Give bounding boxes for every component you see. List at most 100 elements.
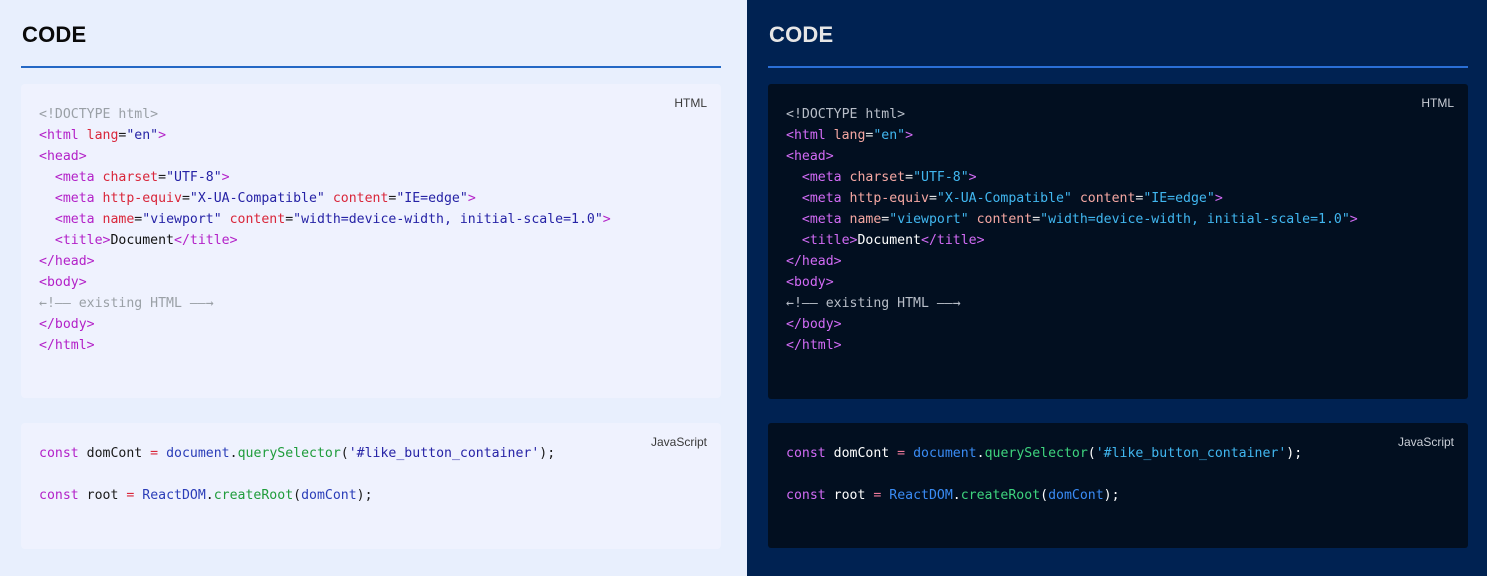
code-line: <meta name="viewport" content="width=dev… [786,209,1358,230]
code-token: <meta [54,170,95,185]
code-token: ); [1286,446,1303,461]
code-token: "viewport" [142,212,222,227]
code-token: "en" [126,128,159,143]
section-title: CODE [22,22,87,47]
code-token: <meta [54,212,95,227]
code-token: '#like_button_container' [1095,446,1287,461]
code-line: <body> [786,272,1358,293]
code-token: ←!—— existing HTML ——→ [786,296,961,311]
code-line: <head> [786,146,1358,167]
code-token: = [150,446,159,461]
code-token: <meta [801,170,842,185]
code-line: <body> [39,272,611,293]
code-token: "width=device-width, initial-scale=1.0" [293,212,603,227]
code-token: </title> [174,233,238,248]
code-line: </body> [786,314,1358,335]
code-token: ( [293,488,302,503]
code-token: </html> [39,338,95,353]
code-token: ←!—— existing HTML ——→ [39,296,214,311]
code-token: <!DOCTYPE html> [39,107,159,122]
code-token: </body> [786,317,842,332]
language-label: JavaScript [650,435,707,449]
code-token: </head> [786,254,842,269]
code-token: = [285,212,294,227]
code-line: </html> [786,335,1358,356]
code-token: content [221,212,286,227]
code-token: "width=device-width, initial-scale=1.0" [1040,212,1350,227]
code-token: > [1349,212,1358,227]
code-token: const [39,446,79,461]
code-line: <title>Document</title> [39,230,611,251]
code-token: querySelector [984,446,1088,461]
code-token: "UTF-8" [166,170,222,185]
code-token: domCont [78,446,151,461]
code-token: . [952,488,961,503]
code-token: <head> [786,149,834,164]
language-label: HTML [674,96,707,110]
code-token: "X-UA-Compatible" [936,191,1072,206]
code-token: content [968,212,1033,227]
language-label: JavaScript [1397,435,1454,449]
code-token: > [968,170,977,185]
code-token: name [94,212,135,227]
code-token: lang [78,128,119,143]
code-token: </body> [39,317,95,332]
code-token: ( [1087,446,1096,461]
code-token: ); [356,488,373,503]
code-token: document [913,446,977,461]
code-token: ( [1040,488,1049,503]
code-token: . [976,446,985,461]
code-token: domCont [301,488,357,503]
code-token: root [825,488,874,503]
code-line: </html> [39,335,611,356]
code-token: > [158,128,167,143]
code-token: . [205,488,214,503]
code-token: = [1032,212,1041,227]
code-line: </body> [39,314,611,335]
code-line: const root = ReactDOM.createRoot(domCont… [786,485,1302,506]
code-line: <meta name="viewport" content="width=dev… [39,209,611,230]
light-theme-panel: CODE HTML <!DOCTYPE html> <html lang="en"… [0,0,747,576]
code-token: <html [786,128,826,143]
code-token: name [841,212,882,227]
code-token: ); [539,446,556,461]
code-content: const domCont = document.querySelector('… [39,443,555,506]
code-token: = [158,170,167,185]
code-token: <meta [801,191,842,206]
code-token: </html> [786,338,842,353]
code-content: const domCont = document.querySelector('… [786,443,1302,506]
code-token: "X-UA-Compatible" [189,191,325,206]
code-token: <body> [39,275,87,290]
code-token: createRoot [960,488,1041,503]
code-token: root [78,488,127,503]
code-showcase: CODE HTML <!DOCTYPE html> <html lang = "en"… [0,0,1487,576]
code-token: > [467,191,476,206]
code-token: <!DOCTYPE html> [786,107,906,122]
code-line: const domCont = document.querySelector('… [39,443,555,464]
code-token: const [39,488,79,503]
code-token: ReactDOM [889,488,953,503]
code-token: = [928,191,937,206]
code-line: <meta http-equiv="X-UA-Compatible" conte… [39,188,611,209]
code-content: <!DOCTYPE html> <html lang="en"> <head> <m… [786,104,1358,356]
code-token: > [1214,191,1223,206]
code-line: <!DOCTYPE html> [786,104,1358,125]
code-line: <meta http-equiv="X-UA-Compatible" conte… [786,188,1358,209]
code-token: > [602,212,611,227]
code-line: ←!—— existing HTML ——→ [39,293,611,314]
code-token: <meta [801,212,842,227]
code-token: ( [340,446,349,461]
title-divider [768,66,1468,68]
